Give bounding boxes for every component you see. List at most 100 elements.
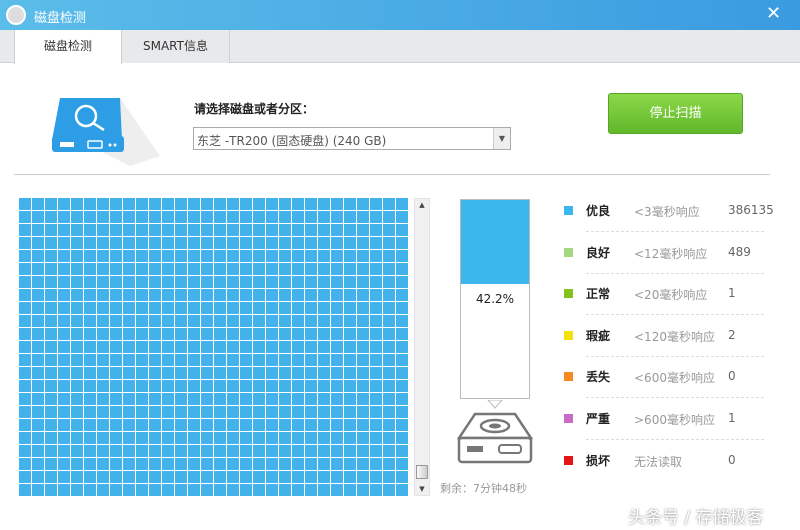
close-icon[interactable]: ✕: [766, 3, 781, 24]
sector-cell: [214, 380, 226, 392]
sector-cell: [214, 445, 226, 457]
sector-cell: [19, 354, 31, 366]
sector-cell: [175, 354, 187, 366]
sector-cell: [149, 237, 161, 249]
sector-cell: [188, 471, 200, 483]
tab-disk-check[interactable]: 磁盘检测: [14, 30, 122, 64]
sector-cell: [188, 393, 200, 405]
sector-cell: [214, 289, 226, 301]
sector-cell: [58, 445, 70, 457]
sector-cell: [279, 471, 291, 483]
sector-cell: [227, 328, 239, 340]
sector-cell: [344, 406, 356, 418]
sector-cell: [188, 250, 200, 262]
sector-cell: [331, 484, 343, 496]
legend-divider: [586, 314, 764, 316]
sector-cell: [370, 380, 382, 392]
sector-cell: [110, 393, 122, 405]
scroll-thumb[interactable]: [416, 465, 428, 479]
sector-cell: [97, 432, 109, 444]
sector-cell: [331, 432, 343, 444]
sector-cell: [383, 211, 395, 223]
sector-cell: [175, 380, 187, 392]
sector-cell: [357, 263, 369, 275]
sector-cell: [175, 328, 187, 340]
disk-select[interactable]: 东芝 -TR200 (固态硬盘) (240 GB) ▼: [193, 127, 511, 150]
sector-cell: [97, 445, 109, 457]
sector-cell: [110, 276, 122, 288]
sector-cell: [149, 484, 161, 496]
sector-cell: [110, 250, 122, 262]
sector-cell: [110, 432, 122, 444]
sector-cell: [19, 458, 31, 470]
sector-cell: [97, 484, 109, 496]
sector-cell: [292, 458, 304, 470]
disk-search-icon: [52, 98, 160, 166]
sector-grid: [19, 198, 409, 497]
chevron-down-icon[interactable]: ▼: [493, 128, 510, 149]
sector-cell: [266, 328, 278, 340]
sector-cell: [201, 380, 213, 392]
sector-cell: [292, 393, 304, 405]
sector-cell: [136, 289, 148, 301]
sector-cell: [318, 289, 330, 301]
sector-cell: [175, 367, 187, 379]
sector-cell: [149, 419, 161, 431]
sector-cell: [201, 367, 213, 379]
sector-cell: [84, 263, 96, 275]
sector-cell: [253, 198, 265, 210]
grid-scrollbar[interactable]: ▲ ▼: [414, 198, 430, 496]
sector-cell: [292, 250, 304, 262]
sector-cell: [71, 471, 83, 483]
sector-cell: [84, 445, 96, 457]
sector-cell: [162, 289, 174, 301]
sector-cell: [19, 250, 31, 262]
sector-cell: [201, 276, 213, 288]
sector-cell: [227, 393, 239, 405]
sector-cell: [383, 224, 395, 236]
sector-cell: [58, 289, 70, 301]
tab-smart-info[interactable]: SMART信息: [122, 30, 230, 63]
legend-range: <12毫秒响应: [634, 246, 708, 261]
sector-cell: [331, 406, 343, 418]
sector-cell: [344, 198, 356, 210]
sector-cell: [318, 315, 330, 327]
scroll-up-icon[interactable]: ▲: [415, 201, 429, 209]
sector-cell: [318, 276, 330, 288]
sector-cell: [240, 367, 252, 379]
sector-cell: [32, 315, 44, 327]
sector-cell: [162, 406, 174, 418]
sector-cell: [266, 250, 278, 262]
sector-cell: [357, 471, 369, 483]
sector-cell: [162, 419, 174, 431]
stop-scan-button[interactable]: 停止扫描: [608, 93, 743, 134]
sector-cell: [253, 315, 265, 327]
sector-cell: [292, 198, 304, 210]
sector-cell: [305, 432, 317, 444]
sector-cell: [266, 432, 278, 444]
sector-cell: [149, 354, 161, 366]
sector-cell: [201, 445, 213, 457]
sector-cell: [266, 471, 278, 483]
sector-cell: [136, 224, 148, 236]
sector-cell: [32, 367, 44, 379]
sector-cell: [292, 224, 304, 236]
sector-cell: [201, 432, 213, 444]
sector-cell: [383, 445, 395, 457]
sector-cell: [71, 432, 83, 444]
sector-cell: [19, 380, 31, 392]
sector-cell: [84, 276, 96, 288]
sector-cell: [227, 276, 239, 288]
sector-cell: [292, 406, 304, 418]
sector-cell: [227, 458, 239, 470]
sector-cell: [266, 484, 278, 496]
sector-cell: [357, 380, 369, 392]
scroll-down-icon[interactable]: ▼: [415, 485, 429, 493]
sector-cell: [240, 289, 252, 301]
sector-cell: [123, 263, 135, 275]
sector-cell: [71, 198, 83, 210]
sector-cell: [123, 302, 135, 314]
sector-cell: [175, 250, 187, 262]
sector-cell: [266, 302, 278, 314]
sector-cell: [97, 276, 109, 288]
